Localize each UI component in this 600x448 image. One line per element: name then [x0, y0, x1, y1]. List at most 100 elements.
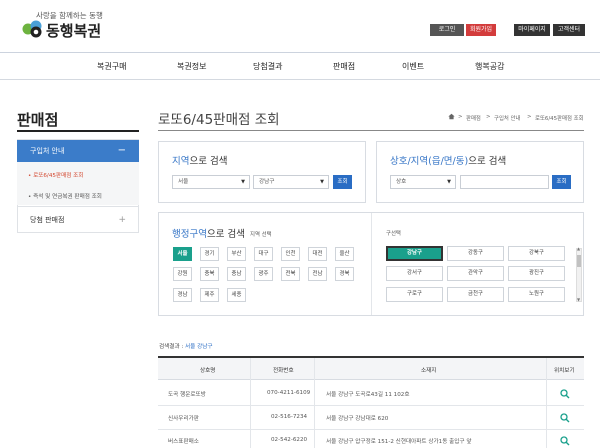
page-title: 로또6/45판매점 조회	[158, 112, 280, 128]
row1-location-search-icon[interactable]	[560, 389, 570, 399]
city-chungbuk[interactable]: 충북	[200, 267, 219, 281]
city-daejeon[interactable]: 대전	[308, 247, 327, 261]
breadcrumb-sep-icon: >	[458, 114, 463, 120]
row1-address: 서울 강남구 도곡로43길 11 102호	[326, 392, 410, 398]
gu-gangdong[interactable]: 강동구	[447, 246, 504, 261]
name-search-input[interactable]	[460, 175, 549, 189]
breadcrumb-sep-icon: >	[486, 114, 491, 120]
row2-address: 서울 강남구 강남대로 620	[326, 416, 389, 422]
name-search-button[interactable]: 조회	[552, 175, 571, 189]
dropdown-arrow-icon: ▼	[447, 179, 451, 185]
sido-select[interactable]: 서울 ▼	[172, 175, 250, 189]
gnb-divider	[0, 79, 600, 80]
city-gyeongnam[interactable]: 경남	[173, 288, 192, 302]
mypage-button[interactable]: 마이페이지	[514, 24, 550, 36]
gu-list-scroll-thumb[interactable]	[577, 255, 581, 267]
row2-name: 신사우리가판	[168, 416, 199, 422]
col-divider	[250, 358, 251, 448]
scroll-down-icon[interactable]: ▼	[577, 297, 580, 302]
lnb-title-underline	[17, 130, 139, 132]
row-divider	[158, 405, 584, 406]
gu-gangbuk[interactable]: 강북구	[508, 246, 565, 261]
region-search-button[interactable]: 조회	[333, 175, 352, 189]
city-gwangju[interactable]: 광주	[254, 267, 273, 281]
lnb-item-purchase-guide[interactable]: 구입처 안내 −	[17, 140, 139, 162]
city-gyeongbuk[interactable]: 경북	[335, 267, 354, 281]
gu-guro[interactable]: 구로구	[386, 287, 443, 302]
name-type-select[interactable]: 상호 ▼	[390, 175, 456, 189]
breadcrumb-current: 로또6/45판매점 조회	[535, 116, 584, 122]
city-jeonnam[interactable]: 전남	[308, 267, 327, 281]
lnb-item-label: 구입처 안내	[30, 147, 65, 155]
admin-panel-divider	[371, 213, 372, 315]
col-header-location: 위치보기	[554, 368, 575, 374]
city-gangwon[interactable]: 강원	[173, 267, 192, 281]
col-divider	[546, 358, 547, 448]
row2-phone: 02-516-7234	[271, 414, 308, 420]
row2-location-search-icon[interactable]	[560, 413, 570, 423]
dropdown-arrow-icon: ▼	[241, 179, 245, 185]
name-search-title: 상호/지역(읍/면/동)으로 검색	[390, 156, 507, 167]
expand-icon: +	[118, 215, 126, 225]
title-underline	[158, 130, 584, 131]
city-chungnam[interactable]: 충남	[227, 267, 246, 281]
row-divider	[158, 429, 584, 430]
gu-gwanak[interactable]: 관악구	[447, 266, 504, 281]
gu-select-label: 구선택	[386, 231, 401, 237]
row3-location-search-icon[interactable]	[560, 436, 570, 446]
gu-gwangjin[interactable]: 광진구	[508, 266, 565, 281]
city-ulsan[interactable]: 울산	[335, 247, 354, 261]
row1-name: 도곡 행운로또방	[168, 392, 206, 398]
region-search-title: 지역으로 검색	[172, 156, 228, 167]
lnb-item-label: 당첨 판매점	[30, 216, 65, 224]
signup-button[interactable]: 회원가입	[466, 24, 496, 36]
gu-gangseo[interactable]: 강서구	[386, 266, 443, 281]
col-header-address: 소재지	[421, 368, 437, 374]
gnb-store[interactable]: 판매점	[333, 61, 355, 72]
logo-name: 동행복권	[46, 22, 102, 40]
col-header-phone: 전화번호	[273, 368, 294, 374]
gnb-event[interactable]: 이벤트	[402, 61, 424, 72]
gnb-info[interactable]: 복권정보	[177, 61, 206, 72]
breadcrumb-store[interactable]: 판매점	[466, 114, 481, 122]
row3-phone: 02-542-6220	[271, 437, 308, 443]
city-busan[interactable]: 부산	[227, 247, 246, 261]
customer-center-button[interactable]: 고객센터	[553, 24, 585, 36]
gu-nowon[interactable]: 노원구	[508, 287, 565, 302]
row1-phone: 070-4211-6109	[267, 390, 311, 396]
lnb-sub-instant-store[interactable]: • 즉석 및 연금복권 판매점 조회	[28, 192, 102, 200]
gu-gangnam[interactable]: 강남구	[386, 246, 443, 261]
home-icon[interactable]	[448, 113, 455, 120]
result-label: 검색결과 : 서울 강남구	[159, 344, 213, 350]
dropdown-arrow-icon: ▼	[320, 179, 324, 185]
admin-search-title: 행정구역으로 검색	[172, 229, 245, 240]
gnb-buy[interactable]: 복권구매	[97, 61, 126, 72]
city-gyeonggi[interactable]: 경기	[200, 247, 219, 261]
login-button[interactable]: 로그인	[430, 24, 464, 36]
lnb-sub-lotto-store[interactable]: • 로또6/45판매점 조회	[28, 171, 83, 179]
city-daegu[interactable]: 대구	[254, 247, 273, 261]
city-jeonbuk[interactable]: 전북	[281, 267, 300, 281]
breadcrumb-sep-icon: >	[527, 114, 532, 120]
gu-geumcheon[interactable]: 금천구	[447, 287, 504, 302]
row3-address: 서울 강남구 압구정로 151-2 신현대아파트 상가1동 출입구 앞	[326, 439, 472, 445]
gnb-result[interactable]: 당첨결과	[253, 61, 282, 72]
col-header-name: 상호명	[200, 368, 216, 374]
breadcrumb-guide[interactable]: 구입처 안내	[494, 114, 521, 122]
header-divider	[0, 52, 600, 53]
col-divider	[314, 358, 315, 448]
city-select-label: 지역 선택	[250, 232, 272, 238]
city-incheon[interactable]: 인천	[281, 247, 300, 261]
city-sejong[interactable]: 세종	[227, 288, 246, 302]
lnb-item-winning-store[interactable]: 당첨 판매점 +	[17, 206, 139, 233]
sigungu-select[interactable]: 강남구 ▼	[253, 175, 329, 189]
city-jeju[interactable]: 제주	[200, 288, 219, 302]
row3-name: 버스표판매소	[168, 439, 199, 445]
logo[interactable]: 사랑을 함께하는 동행 동행복권	[22, 10, 132, 42]
logo-mark-icon	[22, 20, 42, 38]
name-search-panel	[376, 141, 584, 203]
collapse-icon: −	[117, 145, 126, 156]
scroll-up-icon[interactable]: ▲	[577, 246, 580, 251]
city-seoul[interactable]: 서울	[173, 247, 192, 261]
gnb-happy[interactable]: 행복공감	[475, 61, 504, 72]
